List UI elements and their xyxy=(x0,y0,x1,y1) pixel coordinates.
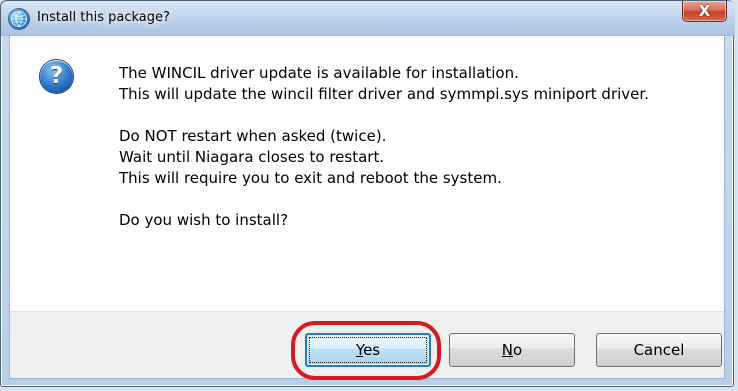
globe-icon xyxy=(9,9,29,29)
message-line-5: This will require you to exit and reboot… xyxy=(119,169,502,187)
message-spacer-2 xyxy=(119,189,709,210)
no-button[interactable]: No xyxy=(449,333,575,367)
message-line-2: This will update the wincil filter drive… xyxy=(119,85,649,103)
close-icon: X xyxy=(698,2,711,20)
cancel-button[interactable]: Cancel xyxy=(596,333,722,367)
message-text: The WINCIL driver update is available fo… xyxy=(119,63,709,231)
no-button-mnemonic: N xyxy=(501,341,514,359)
no-button-label-rest: o xyxy=(513,341,523,359)
install-package-dialog: Install this package? X ? The WINCIL dri… xyxy=(0,0,735,387)
yes-button-label-rest: es xyxy=(363,341,381,359)
window-title: Install this package? xyxy=(37,10,170,25)
message-line-3: Do NOT restart when asked (twice). xyxy=(119,127,387,145)
message-line-1: The WINCIL driver update is available fo… xyxy=(119,64,519,82)
title-bar: Install this package? X xyxy=(1,1,735,36)
yes-button[interactable]: Yes xyxy=(305,333,431,367)
close-button[interactable]: X xyxy=(682,1,727,22)
message-spacer-1 xyxy=(119,105,709,126)
message-line-6: Do you wish to install? xyxy=(119,211,289,229)
yes-button-mnemonic: Y xyxy=(355,341,364,359)
question-mark-glyph: ? xyxy=(49,63,64,89)
message-line-4: Wait until Niagara closes to restart. xyxy=(119,148,385,166)
question-icon: ? xyxy=(40,60,73,93)
